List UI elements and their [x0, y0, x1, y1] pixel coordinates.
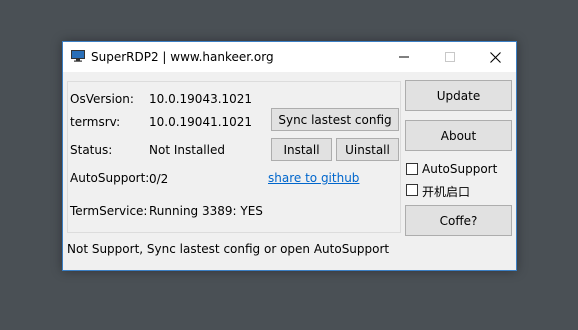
coffee-button[interactable]: Coffe? [405, 205, 512, 236]
main-window: SuperRDP2 | www.hankeer.org OsVersion: 1… [62, 41, 517, 271]
os-version-label: OsVersion: [70, 92, 134, 106]
startup-checkbox-label[interactable]: 开机启口 [422, 183, 470, 200]
maximize-icon [445, 52, 455, 62]
status-value: Not Installed [149, 143, 225, 157]
maximize-button[interactable] [427, 42, 473, 72]
termservice-label: TermService: [70, 204, 148, 218]
sync-config-button[interactable]: Sync lastest config [271, 108, 399, 131]
autosupport-checkbox-label[interactable]: AutoSupport [422, 162, 497, 176]
termsrv-label: termsrv: [70, 115, 121, 129]
info-panel: OsVersion: 10.0.19043.1021 termsrv: 10.0… [67, 81, 401, 233]
update-button[interactable]: Update [405, 80, 512, 111]
uninstall-button[interactable]: Uinstall [336, 138, 399, 161]
install-button[interactable]: Install [271, 138, 332, 161]
share-github-link[interactable]: share to github [268, 171, 359, 185]
about-button[interactable]: About [405, 120, 512, 151]
close-button[interactable] [472, 42, 518, 72]
termsrv-value: 10.0.19041.1021 [149, 115, 253, 129]
status-bar-text: Not Support, Sync lastest config or open… [67, 242, 390, 256]
startup-checkbox[interactable] [406, 184, 418, 196]
monitor-icon [71, 50, 85, 62]
close-icon [489, 51, 501, 63]
termservice-value: Running 3389: YES [149, 204, 263, 218]
window-title: SuperRDP2 | www.hankeer.org [91, 50, 274, 64]
status-label: Status: [70, 143, 113, 157]
autosupport-label: AutoSupport: [70, 171, 150, 185]
minimize-icon [399, 56, 409, 58]
os-version-value: 10.0.19043.1021 [149, 92, 253, 106]
autosupport-checkbox[interactable] [406, 163, 418, 175]
minimize-button[interactable] [381, 42, 427, 72]
title-bar[interactable]: SuperRDP2 | www.hankeer.org [63, 42, 516, 72]
autosupport-value: 0/2 [149, 172, 169, 186]
